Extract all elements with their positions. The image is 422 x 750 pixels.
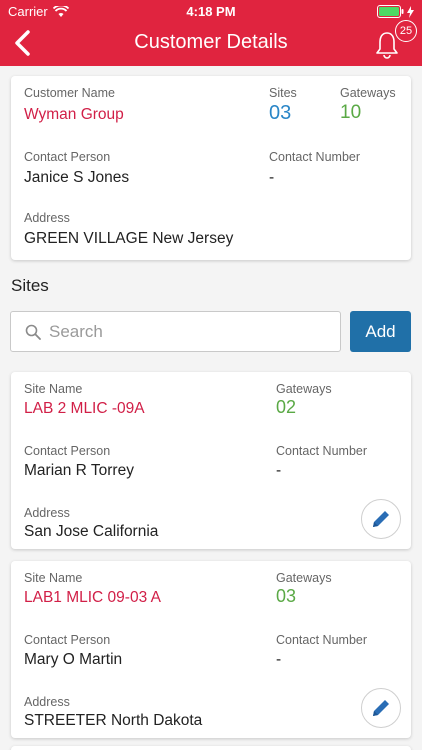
- site-address: San Jose California: [24, 523, 159, 540]
- site-name: LAB 2 MLIC -09A: [24, 400, 145, 417]
- site-card[interactable]: Site Name LAB 2 MLIC -09A Gateways 02 Co…: [11, 372, 411, 549]
- sites-section-title: Sites: [11, 276, 49, 295]
- app-header: Carrier 4:18 PM Customer Details 25: [0, 0, 422, 66]
- add-site-button[interactable]: Add: [350, 311, 411, 352]
- pencil-icon: [373, 700, 389, 716]
- site-contact-number-label: Contact Number: [276, 444, 368, 458]
- gateways-count: 10: [340, 102, 362, 123]
- pencil-icon: [373, 511, 389, 527]
- status-bar: Carrier 4:18 PM: [0, 0, 422, 22]
- site-contact-number: -: [276, 462, 282, 479]
- contact-person-label: Contact Person: [24, 150, 111, 164]
- address-label: Address: [24, 211, 70, 225]
- page-title: Customer Details: [134, 31, 288, 53]
- site-contact-person-label: Contact Person: [24, 633, 111, 647]
- notification-badge: 25: [395, 20, 417, 42]
- site-address: STREETER North Dakota: [24, 712, 203, 729]
- customer-name: Wyman Group: [24, 106, 124, 123]
- contact-person: Janice S Jones: [24, 169, 130, 186]
- site-name-label: Site Name: [24, 571, 83, 585]
- sites-count-label: Sites: [269, 86, 297, 100]
- site-contact-number-label: Contact Number: [276, 633, 368, 647]
- contact-number-label: Contact Number: [269, 150, 361, 164]
- site-address-label: Address: [24, 506, 70, 520]
- search-placeholder: Search: [49, 321, 103, 341]
- site-contact-person: Marian R Torrey: [24, 462, 134, 479]
- site-gateways-label: Gateways: [276, 382, 332, 396]
- site-gateways-label: Gateways: [276, 571, 332, 585]
- search-icon: [25, 324, 41, 340]
- charging-icon: [407, 5, 414, 18]
- contact-number: -: [269, 169, 275, 186]
- site-card-partial[interactable]: [11, 746, 411, 750]
- edit-site-button[interactable]: [361, 688, 401, 728]
- sites-count: 03: [269, 102, 292, 124]
- site-gateways: 03: [276, 586, 297, 606]
- customer-card: Customer Name Wyman Group Sites 03 Gatew…: [11, 76, 411, 260]
- search-input[interactable]: Search: [10, 311, 341, 352]
- site-address-label: Address: [24, 695, 70, 709]
- site-name-label: Site Name: [24, 382, 83, 396]
- site-card[interactable]: Site Name LAB1 MLIC 09-03 A Gateways 03 …: [11, 561, 411, 738]
- site-contact-person-label: Contact Person: [24, 444, 111, 458]
- site-contact-number: -: [276, 651, 282, 668]
- site-gateways: 02: [276, 397, 297, 417]
- nav-bar: Customer Details 25: [0, 20, 422, 66]
- battery-icon: [377, 5, 414, 18]
- site-name: LAB1 MLIC 09-03 A: [24, 589, 161, 606]
- site-contact-person: Mary O Martin: [24, 651, 123, 668]
- gateways-count-label: Gateways: [340, 86, 396, 100]
- customer-name-label: Customer Name: [24, 86, 115, 100]
- address: GREEN VILLAGE New Jersey: [24, 230, 234, 247]
- edit-site-button[interactable]: [361, 499, 401, 539]
- clock: 4:18 PM: [186, 4, 236, 19]
